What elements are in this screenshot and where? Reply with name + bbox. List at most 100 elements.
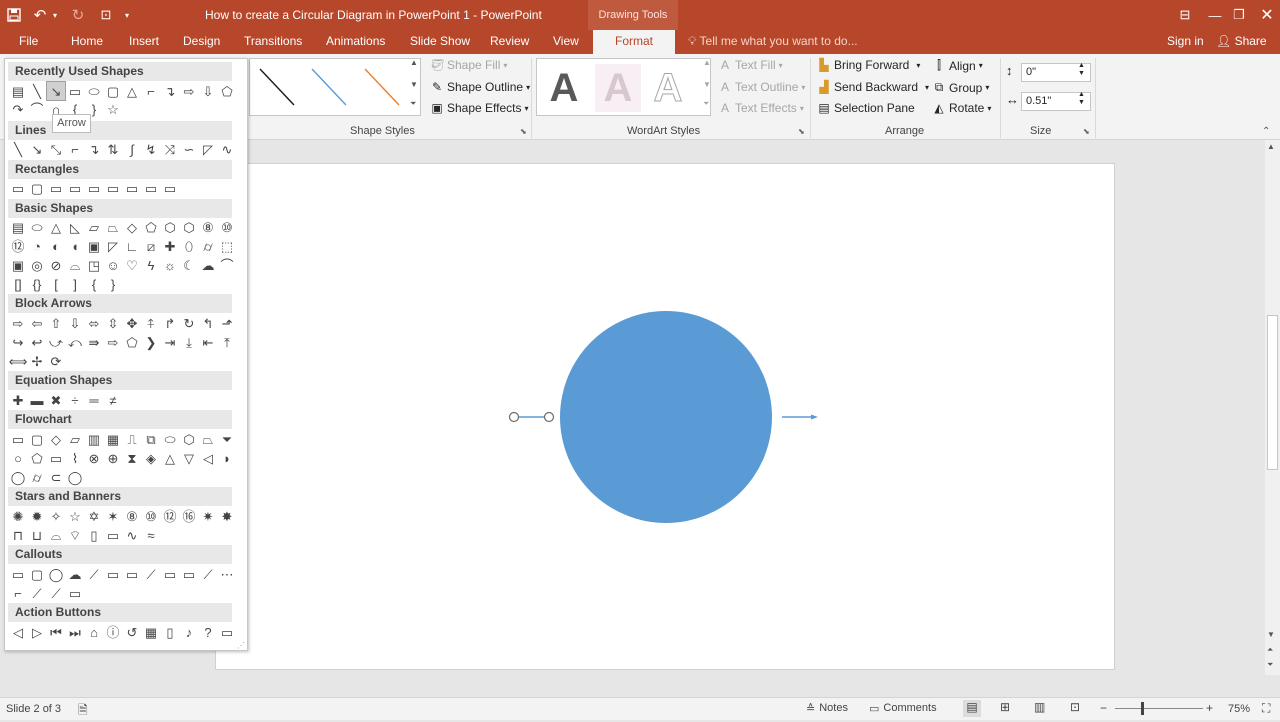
group-button[interactable]: ⧉ Group ▾ <box>932 80 990 95</box>
double-bracket-icon[interactable]: [] <box>9 275 27 293</box>
zoom-level[interactable]: 75% <box>1228 703 1250 715</box>
flowchart-stored-data-icon[interactable]: ◁ <box>199 449 217 467</box>
star-7-point-icon[interactable]: ✶ <box>104 507 122 525</box>
round-same-side-rectangle-icon[interactable]: ▭ <box>142 179 160 197</box>
flowchart-manual-input-icon[interactable]: ⏢ <box>199 430 217 448</box>
wordart-style-3[interactable]: A <box>645 64 691 112</box>
down-arrow-icon[interactable]: ⇩ <box>66 314 84 332</box>
flowchart-magnetic-disk-icon[interactable]: ⌭ <box>28 468 46 486</box>
wordart-launcher-icon[interactable]: ⬊ <box>798 127 805 136</box>
zoom-slider-track[interactable] <box>1115 708 1203 709</box>
styles-scroll-down-icon[interactable]: ▼ <box>410 80 418 89</box>
text-fill-button[interactable]: A Text Fill ▾ <box>718 58 783 72</box>
left-right-up-arrow-icon[interactable]: ⍏ <box>142 314 160 332</box>
curved-down-arrow-icon[interactable]: ⤺ <box>66 333 84 351</box>
plaque-icon[interactable]: ⬯ <box>180 237 198 255</box>
right-arrow-icon[interactable]: ⇨ <box>9 314 27 332</box>
flowchart-manual-operation-icon[interactable]: ⏷ <box>218 430 236 448</box>
rectangle-shape-icon[interactable]: ▭ <box>66 82 84 100</box>
restore-icon[interactable]: ❐ <box>1224 0 1254 30</box>
snip-rectangle-shape-icon[interactable]: ⬠ <box>218 82 236 100</box>
bent-arrow-icon[interactable]: ↱ <box>161 314 179 332</box>
notes-button[interactable]: ≙ Notes <box>806 702 848 715</box>
left-right-arrow-icon[interactable]: ⬄ <box>85 314 103 332</box>
shape-fill-button[interactable]: 🪣︎ Shape Fill ▾ <box>430 58 507 72</box>
cube-icon[interactable]: ⬚ <box>218 237 236 255</box>
hexagon-icon[interactable]: ⬡ <box>161 218 179 236</box>
left-up-arrow-icon[interactable]: ↰ <box>199 314 217 332</box>
scroll-down-icon[interactable]: ▼ <box>1267 630 1275 639</box>
folded-corner-icon[interactable]: ◳ <box>85 256 103 274</box>
action-custom-icon[interactable]: ▭ <box>218 623 236 641</box>
wordart-style-1[interactable]: A <box>541 64 587 112</box>
text-box-shape-icon[interactable]: ▤ <box>9 82 27 100</box>
line-callout-2-border-and-accent-bar-icon[interactable]: ⟋ <box>47 584 65 602</box>
flowchart-multidocument-icon[interactable]: ⧉ <box>142 430 160 448</box>
arc-shape-icon[interactable]: ⌒ <box>28 100 46 118</box>
star-10-point-icon[interactable]: ⑩ <box>142 507 160 525</box>
line-callout-1-border-and-accent-bar-icon[interactable]: ⟋ <box>28 584 46 602</box>
flowchart-predefined-process-icon[interactable]: ▥ <box>85 430 103 448</box>
customize-qat-icon[interactable]: ▾ <box>122 0 132 30</box>
flowchart-decision-icon[interactable]: ◇ <box>47 430 65 448</box>
line-callout-3-border-and-accent-bar-icon[interactable]: ▭ <box>66 584 84 602</box>
flowchart-process-icon[interactable]: ▭ <box>9 430 27 448</box>
smiley-face-icon[interactable]: ☺ <box>104 256 122 274</box>
size-launcher-icon[interactable]: ⬊ <box>1083 127 1090 136</box>
explosion-1-icon[interactable]: ✺ <box>9 507 27 525</box>
line-callout-2-icon[interactable]: ▭ <box>104 565 122 583</box>
right-bracket-icon[interactable]: ] <box>66 275 84 293</box>
pie-icon[interactable]: ◔ <box>28 237 46 255</box>
triangle-icon[interactable]: △ <box>47 218 65 236</box>
star-24-point-icon[interactable]: ✷ <box>199 507 217 525</box>
resize-grip-icon[interactable]: ⋰ <box>237 641 245 650</box>
down-arrow-callout-icon[interactable]: ⤓ <box>180 333 198 351</box>
zoom-slider-thumb[interactable] <box>1141 702 1144 715</box>
wordart-more-icon[interactable]: ⏷ <box>703 99 709 109</box>
half-frame-icon[interactable]: ◸ <box>104 237 122 255</box>
chord-icon[interactable]: ◐ <box>47 237 65 255</box>
notched-right-arrow-icon[interactable]: ⇨ <box>104 333 122 351</box>
flowchart-display-icon[interactable]: ◯ <box>66 468 84 486</box>
elbow-double-arrow-connector-icon[interactable]: ⇅ <box>104 140 122 158</box>
fit-to-window-icon[interactable]: ⛶ <box>1262 701 1270 716</box>
curved-up-ribbon-icon[interactable]: ⌓ <box>47 526 65 544</box>
shape-styles-launcher-icon[interactable]: ⬊ <box>520 127 527 136</box>
star-32-point-icon[interactable]: ✸ <box>218 507 236 525</box>
shape-effects-button[interactable]: ▣ Shape Effects ▾ <box>430 101 528 115</box>
wordart-style-2[interactable]: A <box>595 64 641 112</box>
action-sound-icon[interactable]: ♪ <box>180 623 198 641</box>
heart-icon[interactable]: ♡ <box>123 256 141 274</box>
trapezoid-icon[interactable]: ⏢ <box>104 218 122 236</box>
curved-double-arrow-connector-icon[interactable]: ⤨ <box>161 140 179 158</box>
snip-round-rectangle-icon[interactable]: ▭ <box>104 179 122 197</box>
comments-button[interactable]: ▭ Comments <box>869 702 937 715</box>
text-effects-button[interactable]: A Text Effects ▾ <box>718 101 804 115</box>
flowchart-punched-tape-icon[interactable]: ⌇ <box>66 449 84 467</box>
circular-arrow-icon[interactable]: ⟳ <box>47 352 65 370</box>
line-callout-3-icon[interactable]: ▭ <box>123 565 141 583</box>
normal-view-icon[interactable]: ▤ <box>963 700 981 717</box>
line-style-thumbnails[interactable] <box>250 59 422 117</box>
flowchart-connector-icon[interactable]: ○ <box>9 449 27 467</box>
flowchart-delay-icon[interactable]: ◗ <box>218 449 236 467</box>
right-arrow-callout-icon[interactable]: ⇥ <box>161 333 179 351</box>
undo-dropdown-icon[interactable]: ▾ <box>50 0 60 30</box>
star-8-point-icon[interactable]: ⑧ <box>123 507 141 525</box>
scroll-thumb[interactable] <box>1267 315 1278 470</box>
reading-view-icon[interactable]: ▥ <box>1034 700 1045 714</box>
zoom-in-icon[interactable]: + <box>1206 701 1213 715</box>
flowchart-sequential-access-storage-icon[interactable]: ◯ <box>9 468 27 486</box>
double-arrow-line-icon[interactable]: ⤡ <box>47 140 65 158</box>
tab-transitions[interactable]: Transitions <box>244 30 302 54</box>
arc-icon[interactable]: ⌒ <box>218 256 236 274</box>
left-right-arrow-callout-icon[interactable]: ⟺ <box>9 352 28 370</box>
elbow-arrow-connector-icon[interactable]: ↴ <box>161 82 179 100</box>
up-arrow-icon[interactable]: ⇧ <box>47 314 65 332</box>
explosion-2-icon[interactable]: ✹ <box>28 507 46 525</box>
up-ribbon-icon[interactable]: ⊓ <box>9 526 27 544</box>
not-equal-icon[interactable]: ≠ <box>104 391 122 409</box>
zoom-out-icon[interactable]: − <box>1100 701 1107 715</box>
parallelogram-icon[interactable]: ▱ <box>85 218 103 236</box>
spell-check-icon[interactable]: 🗎︎ <box>78 701 88 722</box>
